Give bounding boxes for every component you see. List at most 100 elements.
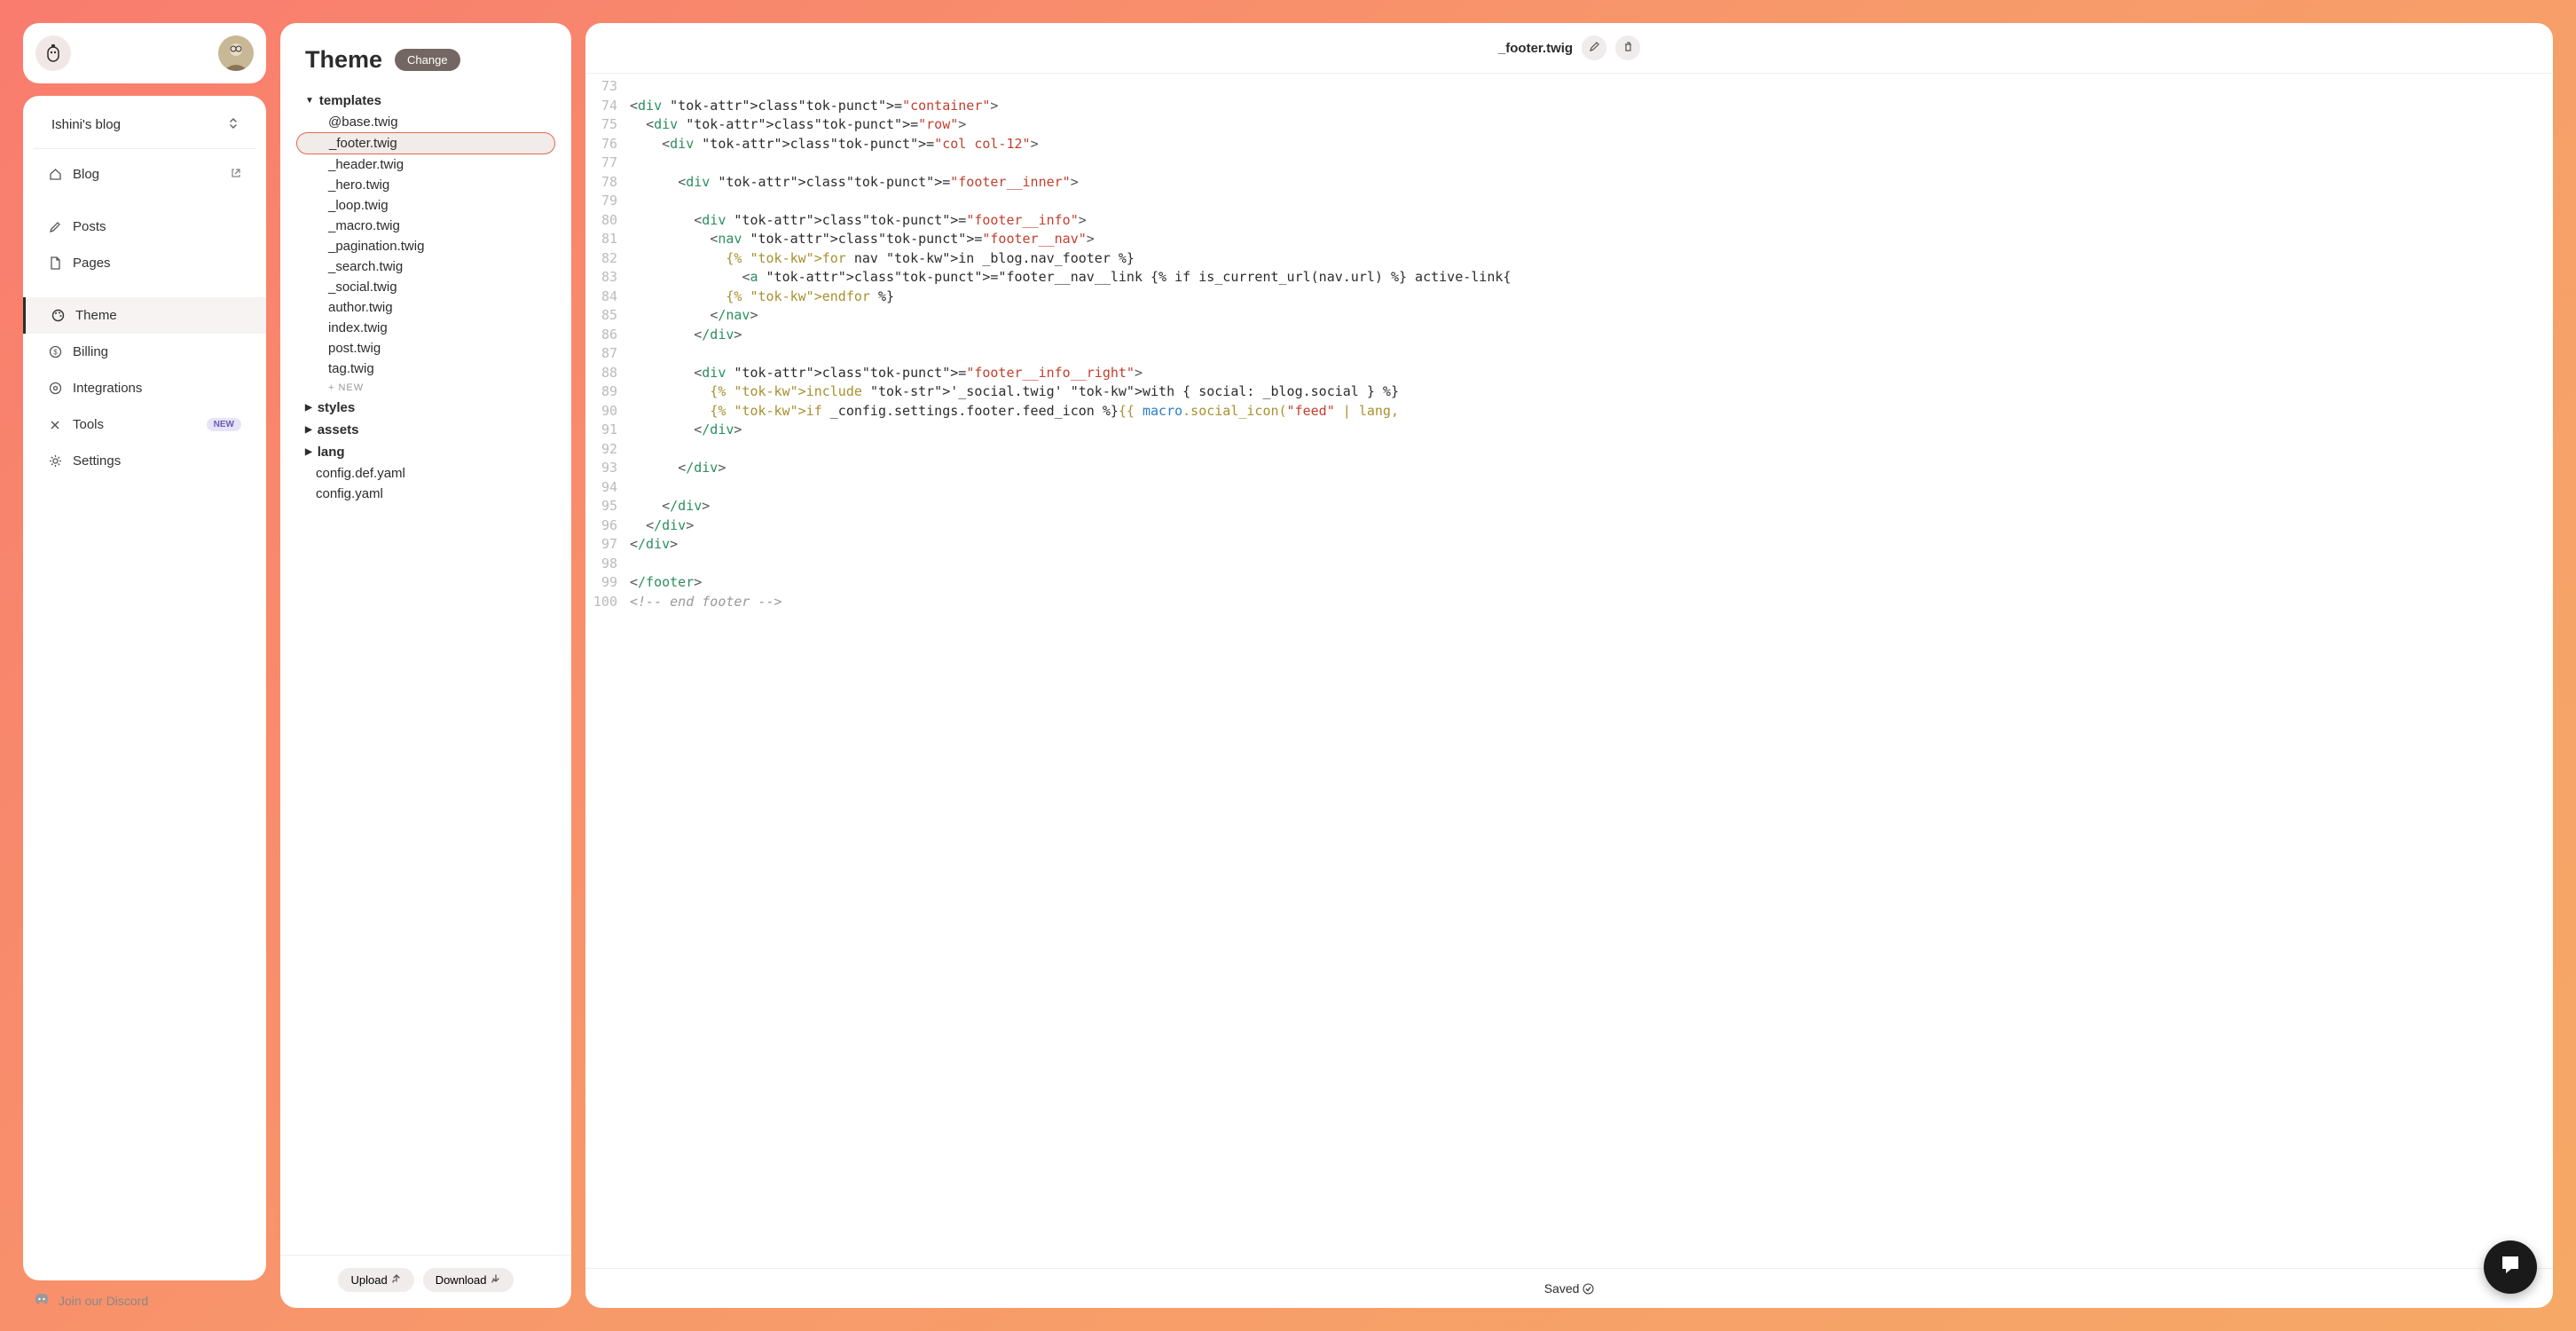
- external-link-icon: [231, 168, 241, 181]
- nav-posts[interactable]: Posts: [23, 209, 266, 245]
- nav-integrations-label: Integrations: [73, 381, 142, 396]
- folder-lang[interactable]: ▶ lang: [296, 441, 555, 463]
- folder-styles[interactable]: ▶ styles: [296, 397, 555, 419]
- tree-file[interactable]: _footer.twig: [296, 132, 555, 154]
- code-line: 85 </nav>: [585, 306, 2553, 326]
- download-icon: [491, 1273, 501, 1287]
- pencil-icon: [1590, 42, 1599, 54]
- code-line: 91 </div>: [585, 421, 2553, 440]
- tree-file[interactable]: config.yaml: [296, 484, 555, 504]
- tree-file[interactable]: _search.twig: [296, 256, 555, 277]
- tree-file[interactable]: _social.twig: [296, 277, 555, 297]
- folder-assets-label: assets: [318, 422, 359, 437]
- tree-file[interactable]: config.def.yaml: [296, 463, 555, 484]
- code-line: 90 {% "tok-kw">if _config.settings.foote…: [585, 402, 2553, 421]
- code-line: 88 <div "tok-attr">class"tok-punct">="fo…: [585, 364, 2553, 383]
- download-button[interactable]: Download: [423, 1268, 514, 1292]
- nav-theme[interactable]: Theme: [23, 297, 266, 334]
- folder-lang-label: lang: [318, 445, 345, 460]
- nav-tools[interactable]: Tools NEW: [23, 406, 266, 443]
- folder-templates-label: templates: [319, 93, 381, 108]
- discord-link[interactable]: Join our Discord: [23, 1293, 266, 1308]
- code-line: 87: [585, 344, 2553, 364]
- tree-file[interactable]: @base.twig: [296, 112, 555, 132]
- tree-file[interactable]: index.twig: [296, 318, 555, 338]
- upload-button[interactable]: Upload: [338, 1268, 413, 1292]
- folder-templates[interactable]: ▼ templates: [296, 90, 555, 112]
- nav-billing[interactable]: $ Billing: [23, 334, 266, 370]
- nav-blog[interactable]: Blog: [23, 156, 266, 193]
- nav-tools-label: Tools: [73, 417, 104, 432]
- tree-file[interactable]: author.twig: [296, 297, 555, 318]
- code-line: 81 <nav "tok-attr">class"tok-punct">="fo…: [585, 230, 2553, 249]
- saved-status: Saved: [1544, 1281, 1580, 1296]
- code-line: 96 </div>: [585, 516, 2553, 536]
- user-avatar[interactable]: [218, 35, 254, 71]
- caret-right-icon: ▶: [305, 425, 312, 435]
- discord-icon: [34, 1293, 50, 1308]
- code-line: 92: [585, 440, 2553, 460]
- tree-footer: Upload Download: [280, 1255, 571, 1292]
- code-line: 97</div>: [585, 535, 2553, 555]
- logo-icon[interactable]: [35, 35, 71, 71]
- blog-name: Ishini's blog: [51, 117, 121, 132]
- delete-file-button[interactable]: [1615, 35, 1640, 60]
- dollar-icon: $: [48, 345, 62, 358]
- trash-icon: [1623, 42, 1633, 55]
- nav-blog-label: Blog: [73, 167, 99, 182]
- code-editor[interactable]: 73 74<div "tok-attr">class"tok-punct">="…: [585, 74, 2553, 1268]
- tree-file[interactable]: post.twig: [296, 338, 555, 358]
- nav-billing-label: Billing: [73, 344, 108, 359]
- chat-fab[interactable]: [2484, 1240, 2537, 1294]
- tree-file[interactable]: _hero.twig: [296, 175, 555, 195]
- caret-right-icon: ▶: [305, 447, 312, 457]
- tree-body: ▼ templates @base.twig_footer.twig_heade…: [280, 84, 571, 1255]
- change-theme-button[interactable]: Change: [395, 49, 460, 71]
- code-line: 94: [585, 478, 2553, 498]
- edit-filename-button[interactable]: [1582, 35, 1606, 60]
- code-line: 75 <div "tok-attr">class"tok-punct">="ro…: [585, 115, 2553, 135]
- caret-down-icon: ▼: [305, 96, 314, 106]
- tree-file[interactable]: _pagination.twig: [296, 236, 555, 256]
- code-line: 100<!-- end footer -->: [585, 593, 2553, 612]
- code-line: 93 </div>: [585, 459, 2553, 478]
- download-label: Download: [436, 1273, 487, 1287]
- upload-icon: [391, 1273, 402, 1287]
- tools-icon: [48, 419, 62, 431]
- chat-icon: [2499, 1253, 2522, 1282]
- code-line: 84 {% "tok-kw">endfor %}: [585, 287, 2553, 307]
- file-tree-panel: Theme Change ▼ templates @base.twig_foot…: [280, 23, 571, 1308]
- folder-styles-label: styles: [318, 400, 356, 415]
- upload-label: Upload: [350, 1273, 387, 1287]
- tree-file[interactable]: _loop.twig: [296, 195, 555, 216]
- nav-pages-label: Pages: [73, 256, 111, 271]
- nav-theme-label: Theme: [75, 308, 117, 323]
- nav-pages[interactable]: Pages: [23, 245, 266, 281]
- code-line: 99</footer>: [585, 573, 2553, 593]
- code-line: 82 {% "tok-kw">for nav "tok-kw">in _blog…: [585, 249, 2553, 269]
- folder-assets[interactable]: ▶ assets: [296, 419, 555, 441]
- blog-selector[interactable]: Ishini's blog: [34, 112, 255, 149]
- tree-file[interactable]: tag.twig: [296, 358, 555, 379]
- palette-icon: [51, 309, 65, 322]
- integrations-icon: [48, 382, 62, 395]
- check-icon: [1583, 1281, 1594, 1296]
- nav-integrations[interactable]: Integrations: [23, 370, 266, 406]
- editor-header: _footer.twig: [585, 23, 2553, 74]
- code-line: 86 </div>: [585, 326, 2553, 345]
- pencil-icon: [48, 221, 62, 233]
- code-line: 95 </div>: [585, 497, 2553, 516]
- discord-label: Join our Discord: [59, 1294, 148, 1308]
- code-line: 98: [585, 555, 2553, 574]
- nav-settings[interactable]: Settings: [23, 443, 266, 479]
- caret-right-icon: ▶: [305, 403, 312, 413]
- sidebar-top-card: [23, 23, 266, 83]
- code-line: 83 <a "tok-attr">class"tok-punct">="foot…: [585, 268, 2553, 287]
- page-icon: [48, 256, 62, 270]
- tree-file[interactable]: _macro.twig: [296, 216, 555, 236]
- tree-file[interactable]: _header.twig: [296, 154, 555, 175]
- editor-panel: _footer.twig 73 74<div "tok-attr">class"…: [585, 23, 2553, 1308]
- gear-icon: [48, 454, 62, 468]
- editor-footer: Saved: [585, 1268, 2553, 1308]
- new-file-button[interactable]: + NEW: [296, 379, 555, 397]
